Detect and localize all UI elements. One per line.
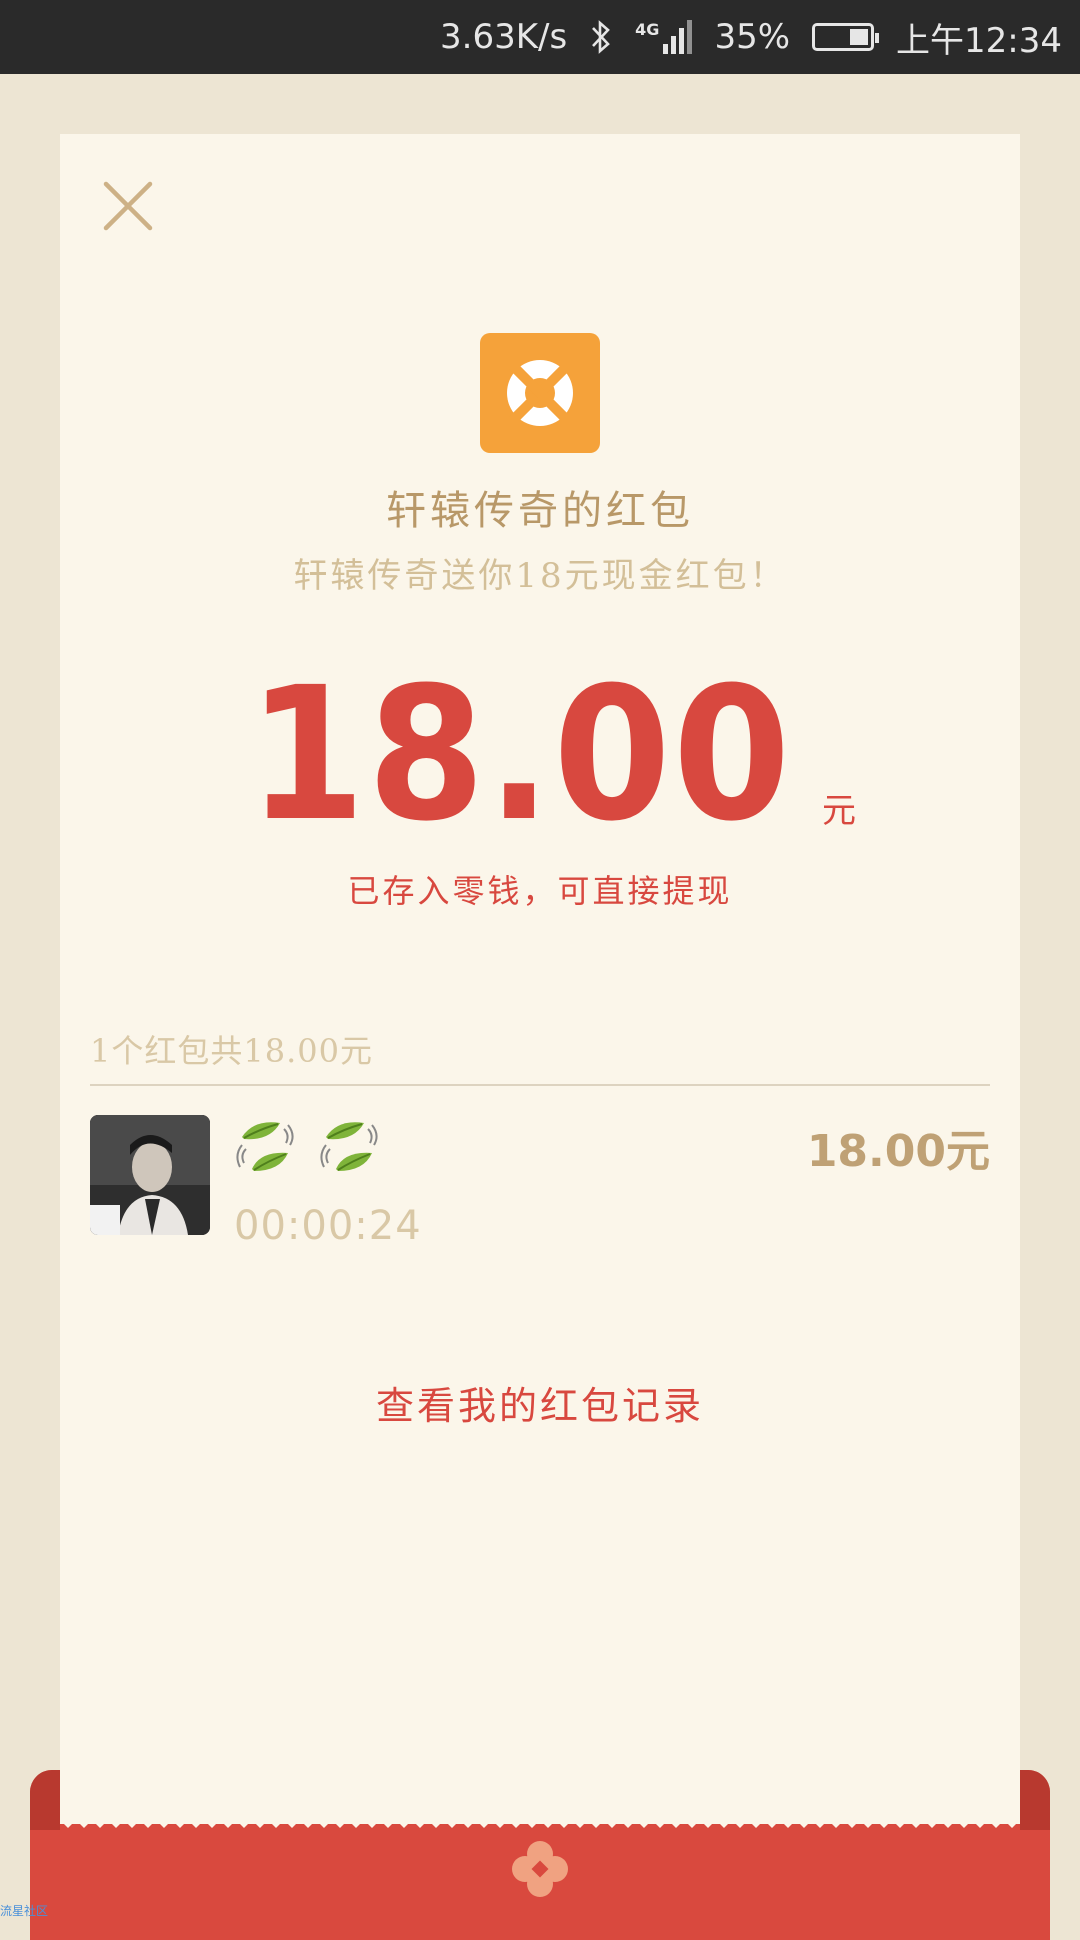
record-time: 00:00:24	[234, 1203, 422, 1249]
leaf-emoji-icon	[320, 1122, 378, 1171]
record-amount: 18.00元	[806, 1126, 990, 1177]
divider	[90, 1084, 990, 1086]
battery-icon	[812, 23, 880, 51]
view-history-link[interactable]: 查看我的红包记录	[0, 1375, 1080, 1430]
card-zigzag-edge	[60, 1812, 1020, 1828]
list-item[interactable]: 00:00:24 18.00元	[90, 1115, 990, 1255]
leaf-emoji-icon	[236, 1122, 294, 1171]
signal-4g-icon: 4G	[635, 20, 693, 54]
envelope-shade-left	[30, 1770, 60, 1830]
sender-title: 轩辕传奇的红包	[386, 488, 694, 534]
watermark: 流星社区	[0, 1904, 49, 1918]
avatar-photo	[90, 1115, 210, 1235]
battery-percent: 35%	[714, 17, 791, 57]
amount-unit: 元	[822, 791, 856, 831]
amount-display: 18.00 元	[0, 660, 1080, 850]
recipient-name	[234, 1115, 380, 1177]
close-button[interactable]	[100, 178, 156, 234]
packet-summary: 1个红包共18.00元	[90, 1032, 373, 1070]
bluetooth-icon	[589, 19, 613, 55]
lifebuoy-icon	[506, 359, 574, 427]
close-icon	[103, 181, 153, 231]
signal-bars	[663, 20, 693, 54]
network-type-label: 4G	[635, 20, 660, 39]
app-logo	[480, 333, 600, 453]
battery-level	[850, 29, 869, 45]
amount-value: 18.00	[247, 648, 793, 862]
greeting-message: 轩辕传奇送你18元现金红包！	[293, 556, 787, 596]
deposit-note: 已存入零钱，可直接提现	[347, 872, 733, 910]
avatar[interactable]	[90, 1115, 210, 1235]
clock: 上午12:34	[896, 20, 1062, 61]
network-speed: 3.63K/s	[440, 17, 568, 57]
flower-icon	[512, 1841, 568, 1897]
status-bar: 3.63K/s 4G 35% 上午12:34	[0, 0, 1080, 74]
envelope-shade-right	[1020, 1770, 1050, 1830]
